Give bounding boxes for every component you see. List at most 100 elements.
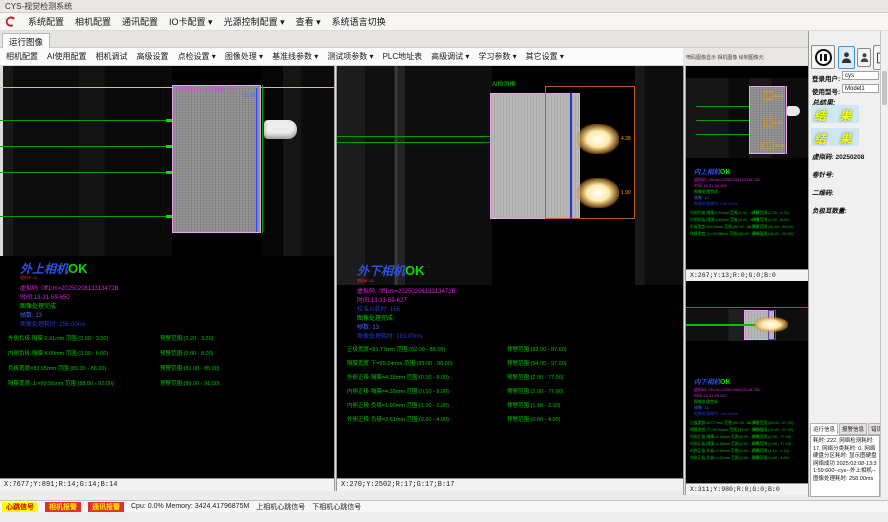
measure-green-line: [0, 172, 172, 173]
camera-alarm-indicator: 相机报警: [45, 502, 81, 512]
camera-title: 内下相机OK: [694, 376, 731, 386]
edge-green-line: [262, 85, 263, 233]
param-line: 内侧正极-负极=1.90mm 范围:(1.00 - 2.20)预警范围:(1.1…: [347, 401, 561, 409]
window-title-bar: CYS-视觉检测系统: [0, 0, 888, 13]
login-user-label: 登录用户:: [812, 73, 840, 83]
measure-green-line: [337, 142, 497, 143]
upper-camera-heartbeat: 上相机心跳信号: [256, 502, 305, 512]
toolbar-item-advanced-debug[interactable]: 高级调试 ▾: [431, 51, 469, 62]
camera-view-mini-top[interactable]: 83.05 4.60 90.56 内上相机OK 虚拟码: 0ff1im=2025…: [686, 66, 808, 281]
needle-field: 卷针号:: [812, 169, 834, 179]
param-warn-range: 预警范围:(2.00 - 77.00): [507, 387, 564, 395]
param-value: 隔膜宽度-下=95.24mm 范围:(93.00 - 98.00): [690, 428, 752, 433]
model-label: 使用型号:: [812, 86, 840, 96]
calib-elapsed-line: 校准AI耗时: 166: [357, 304, 400, 313]
param-warn-range: 预警范围:(83.00 - 87.00): [507, 345, 567, 353]
model-value[interactable]: Model1: [842, 84, 879, 93]
param-line: 正极宽度=83.77mm 范围:(82.00 - 88.00)预警范围:(83.…: [690, 421, 793, 426]
param-warn-range: 预警范围:(1.10 - 2.10): [752, 449, 789, 454]
measure-blue-line: [256, 88, 257, 232]
param-value: 内侧正极-隔膜=4.38mm 范围:(0.00 - 9.00): [690, 442, 752, 447]
menu-item-light-control-config[interactable]: 光源控制配置 ▾: [224, 15, 285, 28]
frame-count-line: 帧数: 13: [20, 310, 42, 319]
measure-green-line: [686, 324, 756, 326]
param-warn-range: 预警范围:(83.00 - 87.00): [752, 421, 793, 426]
pixel-coords-bar: X:7677;Y:891;R:14;G:14;B:14: [0, 478, 334, 491]
param-warn-range: 预警范围:(2.20 - 3.20): [160, 334, 214, 342]
field-label: 卷针号:: [812, 172, 834, 179]
param-line: 内侧正极-负极=1.90mm 范围:(1.00 - 2.20)预警范围:(1.1…: [690, 449, 789, 454]
param-warn-range: 预警范围:(1.10 - 2.10): [507, 401, 561, 409]
tab-alarm-info[interactable]: 报警信息: [839, 423, 867, 435]
tab-run-info[interactable]: 运行信息: [810, 423, 838, 435]
measure-green-line: [0, 146, 172, 147]
param-warn-range: 预警范围:(89.00 - 91.00): [752, 232, 793, 237]
elapsed-line: 图像处理耗时: 183.00ms: [357, 331, 423, 340]
camera-title: 内上相机OK: [694, 166, 731, 176]
user-switch-button[interactable]: [857, 48, 871, 67]
baseline-yellow-line: [0, 87, 334, 88]
toolbar-item-other-settings[interactable]: 其它设置 ▾: [526, 51, 564, 62]
camera-ok-status: OK: [720, 169, 731, 176]
pause-button[interactable]: [811, 45, 835, 69]
toolbar-item-baseline-params[interactable]: 基准线参数 ▾: [272, 51, 318, 62]
menu-item-view[interactable]: 查看 ▾: [296, 15, 321, 28]
param-value: 外侧正极-负极=2.61mm 范围:(0.60 - 4.00): [347, 415, 507, 423]
toolbar-item-camera-config[interactable]: 相机配置: [6, 51, 38, 62]
param-line: 隔膜宽度-上=90.56mm 范围:(88.00 - 92.00)预警范围:(8…: [690, 232, 793, 237]
toolbar-item-image-processing[interactable]: 图像处理 ▾: [225, 51, 263, 62]
camera-title-text: 外下相机: [357, 264, 405, 278]
square-label: 90.56: [775, 143, 785, 148]
login-user-value[interactable]: cys: [842, 71, 879, 80]
camera-view-middle[interactable]: AI检测框 4.38 1.90 外下相机OK 相机IP:11 虚拟码: 0ff1…: [337, 66, 683, 491]
param-line: 外侧正极-负极=2.61mm 范围:(0.60 - 4.00)预警范围:(0.6…: [690, 456, 789, 461]
tab-run-image[interactable]: 运行图像: [2, 33, 50, 48]
camera-image-background: [686, 78, 808, 158]
camera-title-text: 外上相机: [20, 262, 68, 276]
toolbar-item-learning-params[interactable]: 学习参数 ▾: [478, 51, 516, 62]
camera-view-left[interactable]: 平均阈值:93, 动态阈值:100 93.88 外上相机OK 相机IP:11 虚…: [0, 66, 334, 491]
detect-square: [762, 142, 774, 149]
param-line: 外侧正极-隔膜=4.38mm 范围:(0.00 - 9.00)预警范围:(2.0…: [690, 435, 791, 440]
user-icon: [860, 52, 869, 63]
toolbar-item-spot-check-settings[interactable]: 点检设置 ▾: [178, 51, 216, 62]
tab-bar: 运行图像: [0, 31, 808, 48]
param-line: 正极宽度=83.77mm 范围:(82.00 - 88.00)预警范围:(83.…: [347, 345, 567, 353]
field-label: 负极耳数量:: [812, 208, 847, 215]
pixel-coords-bar: X:311;Y:980;R:0;G:0;B:0: [686, 483, 808, 495]
scrollbar-thumb[interactable]: [882, 71, 887, 105]
param-line: 隔膜宽度-上=90.56mm 范围:(88.00 - 92.00)预警范围:(8…: [8, 379, 220, 387]
toolbar-item-camera-debug[interactable]: 相机调试: [96, 51, 128, 62]
menu-item-camera-config[interactable]: 相机配置: [75, 15, 111, 28]
measure-green-line: [337, 136, 497, 137]
toolbar-item-plc-address-table[interactable]: PLC地址表: [383, 51, 423, 62]
app-window: CYS-视觉检测系统 系统配置 相机配置 通讯配置 IO卡配置 ▾ 光源控制配置…: [0, 0, 888, 522]
camera-view-mini-bottom[interactable]: 2.61 内下相机OK 虚拟码: 0ff1im=2025020813313472…: [686, 281, 808, 495]
measure-green-line: [696, 120, 749, 121]
operator-login-button[interactable]: [838, 46, 855, 69]
menu-item-comm-config[interactable]: 通讯配置: [122, 15, 158, 28]
process-done-line: 图像处理完成: [20, 301, 56, 310]
detect-square: [764, 118, 773, 127]
panel-scrollbar[interactable]: [880, 31, 888, 497]
camera-image-background-right: [261, 66, 334, 256]
toolbar-item-test-item-params[interactable]: 测试项参数 ▾: [327, 51, 373, 62]
lower-camera-heartbeat: 下相机心跳信号: [312, 502, 361, 512]
param-warn-range: 预警范围:(94.00 - 97.00): [752, 428, 793, 433]
toolbar-item-advanced-settings[interactable]: 高级设置: [137, 51, 169, 62]
toolbar-item-ai-usage-config[interactable]: AI使用配置: [47, 51, 87, 62]
barcode-line: 虚拟码: 0ff1im=2025020813313472B: [357, 286, 455, 295]
camera-ok-status: OK: [405, 263, 425, 278]
param-value: 内侧负极-隔膜:4.60mm 范围:(3.00 - 6.00): [8, 349, 160, 357]
param-warn-range: 预警范围:(2.00 - 77.00): [752, 442, 791, 447]
camera-image-background: [3, 66, 172, 256]
run-log-text: 耗时: 222, 网络检测耗时: 17, 网络分类耗时: 0, 网络硬盘分区耗时…: [810, 435, 880, 497]
square-label: 83.05: [774, 93, 784, 98]
param-value: 内侧正极-负极=1.90mm 范围:(1.00 - 2.20): [347, 401, 507, 409]
param-line: 外侧正极-负极=2.61mm 范围:(0.60 - 4.00)预警范围:(0.6…: [347, 415, 561, 423]
elapsed-line: 图像处理耗时: 256.00ms: [20, 319, 86, 328]
detect-square: [764, 91, 773, 100]
menu-item-io-card-config[interactable]: IO卡配置 ▾: [169, 15, 213, 28]
menu-item-language-switch[interactable]: 系统语言切换: [332, 15, 386, 28]
menu-item-system-config[interactable]: 系统配置: [28, 15, 64, 28]
